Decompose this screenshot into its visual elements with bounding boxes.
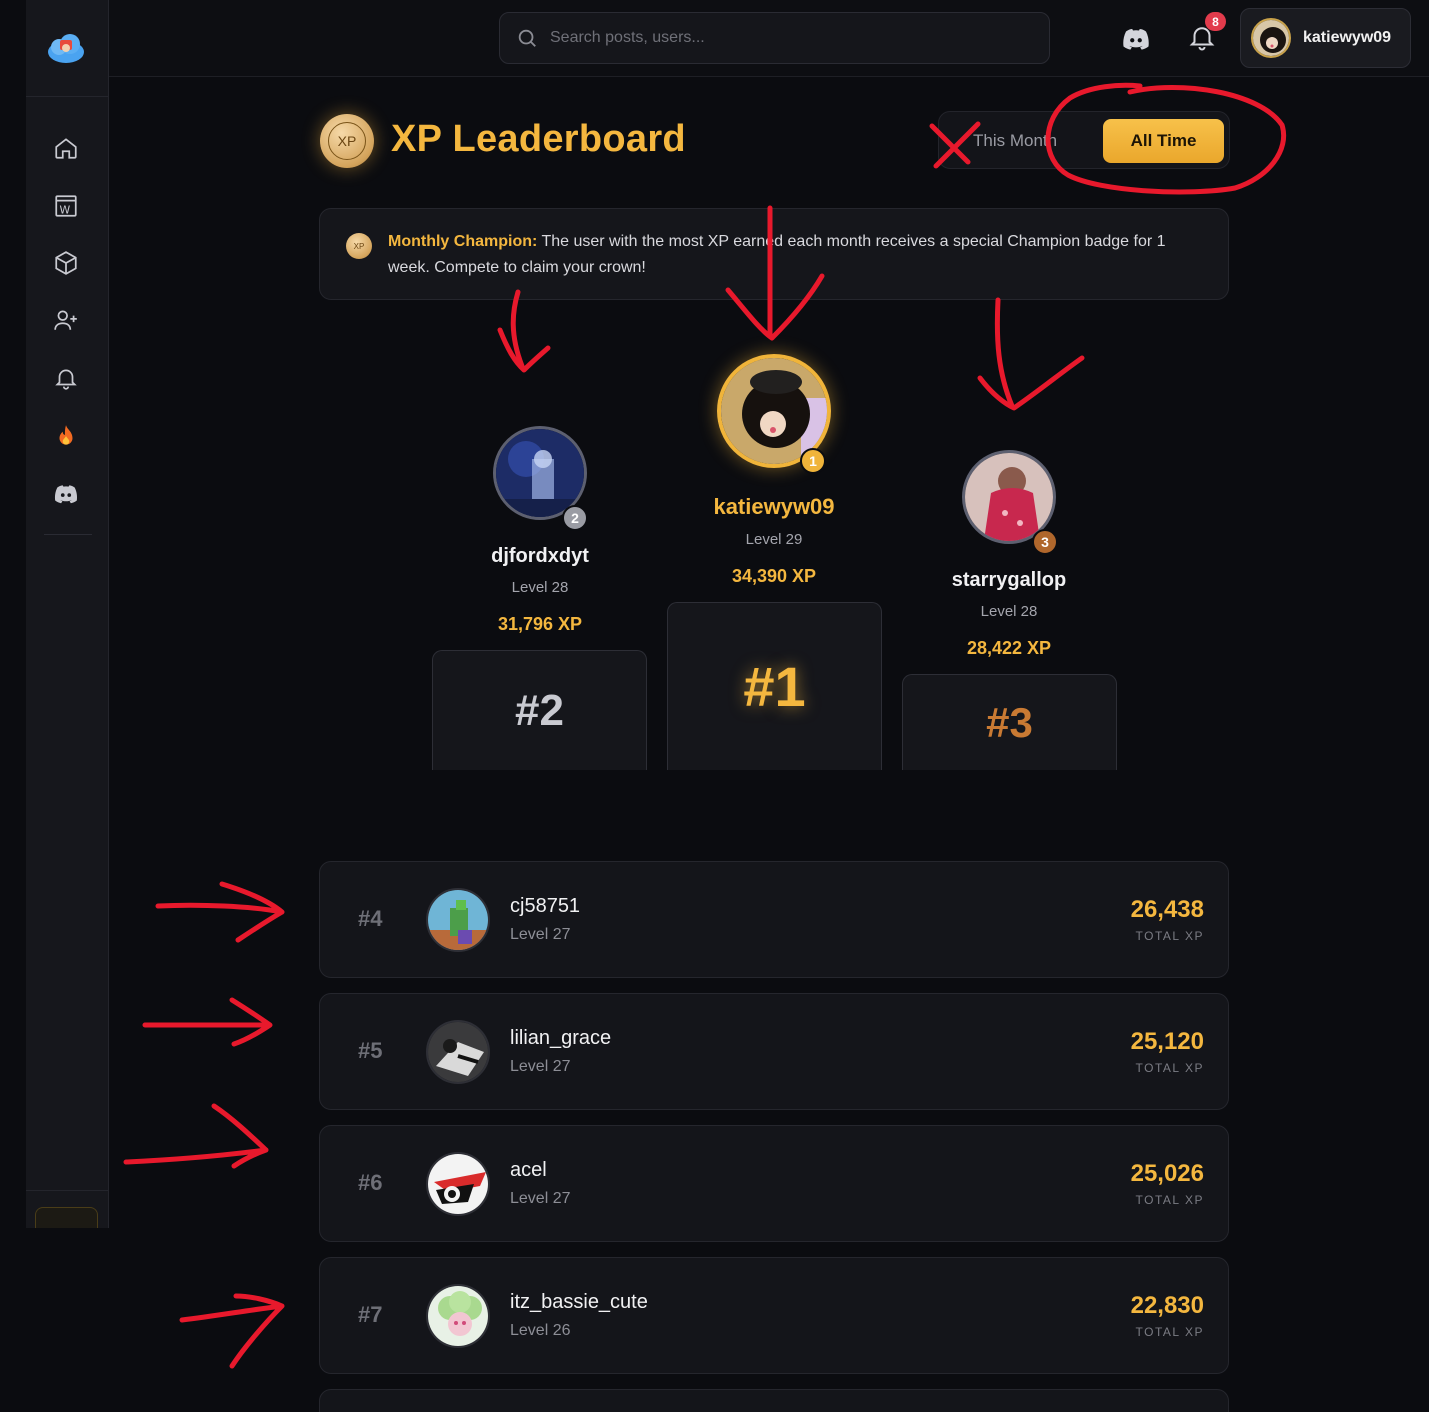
annotation-arrow	[155, 881, 285, 943]
leaderboard-row[interactable]	[319, 1389, 1229, 1412]
avatar	[426, 888, 490, 952]
period-toggle: This Month All Time	[938, 111, 1230, 169]
fire-icon[interactable]	[52, 422, 80, 450]
champion-lead: Monthly Champion:	[388, 233, 538, 250]
gold-medal-icon: 1	[800, 448, 826, 474]
discord-icon[interactable]	[52, 480, 80, 508]
annotation-arrow	[977, 297, 1085, 411]
row-level: Level 27	[510, 926, 571, 943]
sidebar-user-card[interactable]	[35, 1207, 98, 1228]
podium-name-second[interactable]: djfordxdyt	[430, 545, 650, 568]
bell-icon[interactable]	[52, 364, 80, 392]
row-rank: #4	[358, 906, 383, 931]
avatar	[426, 1020, 490, 1084]
search-input[interactable]	[550, 29, 1010, 47]
annotation-arrow	[123, 1103, 269, 1169]
sidebar: W	[26, 0, 109, 1228]
top-header: 8 katiewyw09	[109, 0, 1429, 77]
podium-name-first[interactable]: katiewyw09	[664, 494, 884, 520]
app-logo[interactable]	[46, 30, 86, 66]
champion-banner: XP Monthly Champion: The user with the m…	[319, 208, 1229, 300]
podium-block-third: #3	[902, 674, 1117, 770]
home-icon[interactable]	[52, 134, 80, 162]
row-xp: 22,830	[1130, 1292, 1204, 1319]
user-menu[interactable]: katiewyw09	[1240, 8, 1411, 68]
discord-icon[interactable]	[1121, 24, 1151, 54]
row-xp: 25,120	[1130, 1028, 1204, 1055]
row-level: Level 27	[510, 1058, 571, 1075]
row-rank: #5	[358, 1038, 383, 1063]
svg-text:W: W	[60, 204, 71, 217]
champion-info-text: Monthly Champion: The user with the most…	[388, 229, 1208, 281]
row-xp-label: TOTAL XP	[1135, 1325, 1204, 1339]
podium-xp-first: 34,390 XP	[731, 566, 817, 586]
row-xp-label: TOTAL XP	[1135, 1061, 1204, 1075]
search-icon	[518, 29, 536, 47]
podium-block-second: #2	[432, 650, 647, 770]
podium-xp-third: 28,422 XP	[966, 638, 1052, 658]
podium-block-first: #1	[667, 602, 882, 770]
xp-coin-icon: XP	[320, 114, 374, 168]
sidebar-divider	[26, 96, 108, 97]
podium-level-first: Level 29	[745, 531, 803, 548]
row-xp: 26,438	[1130, 896, 1204, 923]
row-xp-label: TOTAL XP	[1135, 929, 1204, 943]
row-username[interactable]: acel	[510, 1159, 547, 1182]
avatar	[426, 1284, 490, 1348]
tab-all-time[interactable]: All Time	[1103, 119, 1224, 163]
bronze-medal-icon: 3	[1032, 529, 1058, 555]
row-rank: #7	[358, 1302, 383, 1327]
leaderboard-row[interactable]: #5 lilian_grace Level 27 25,120 TOTAL XP	[319, 993, 1229, 1110]
wiki-icon[interactable]: W	[52, 192, 80, 220]
annotation-arrow	[142, 997, 273, 1047]
row-username[interactable]: itz_bassie_cute	[510, 1291, 648, 1314]
leaderboard-row[interactable]: #7 itz_bassie_cute Level 26 22,830 TOTAL…	[319, 1257, 1229, 1374]
row-xp: 25,026	[1130, 1160, 1204, 1187]
leaderboard-row[interactable]: #6 acel Level 27 25,026 TOTAL XP	[319, 1125, 1229, 1242]
row-xp-label: TOTAL XP	[1135, 1193, 1204, 1207]
row-username[interactable]: cj58751	[510, 895, 580, 918]
page-title: XP Leaderboard	[391, 118, 686, 160]
podium-xp-second: 31,796 XP	[497, 614, 583, 634]
podium-level-third: Level 28	[980, 603, 1038, 620]
leaderboard-row[interactable]: #4 cj58751 Level 27 26,438 TOTAL XP	[319, 861, 1229, 978]
username-label: katiewyw09	[1303, 29, 1392, 46]
row-level: Level 26	[510, 1322, 571, 1339]
row-rank: #6	[358, 1170, 383, 1195]
avatar	[426, 1152, 490, 1216]
annotation-arrow	[497, 289, 551, 373]
tab-this-month[interactable]: This Month	[973, 131, 1057, 151]
podium-name-third[interactable]: starrygallop	[899, 569, 1119, 592]
xp-coin-icon: XP	[346, 233, 372, 259]
add-user-icon[interactable]	[52, 306, 80, 334]
search-bar[interactable]	[499, 12, 1050, 64]
row-username[interactable]: lilian_grace	[510, 1027, 611, 1050]
sidebar-divider	[44, 534, 92, 535]
podium-level-second: Level 28	[511, 579, 569, 596]
sidebar-divider	[26, 1190, 108, 1191]
cube-icon[interactable]	[52, 249, 80, 277]
silver-medal-icon: 2	[562, 505, 588, 531]
notification-badge: 8	[1205, 12, 1226, 31]
annotation-arrow	[179, 1293, 285, 1369]
avatar	[1251, 18, 1291, 58]
row-level: Level 27	[510, 1190, 571, 1207]
